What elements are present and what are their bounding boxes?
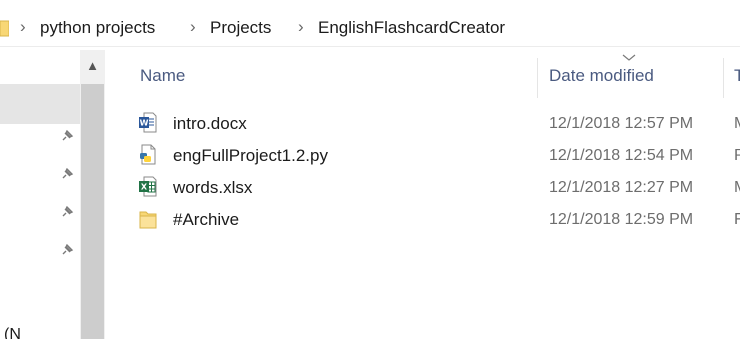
file-row-engfullproject-py[interactable]: engFullProject1.2.py 12/1/2018 12:54 PM … xyxy=(133,140,740,172)
file-name[interactable]: engFullProject1.2.py xyxy=(173,145,328,167)
breadcrumb-item-python-projects[interactable]: python projects xyxy=(40,17,155,39)
word-document-icon: W xyxy=(139,112,157,133)
pin-icon[interactable] xyxy=(60,205,74,219)
file-row-archive-folder[interactable]: #Archive 12/1/2018 12:59 PM F xyxy=(133,204,740,236)
file-type-truncated: M xyxy=(734,113,740,135)
file-type-truncated: F xyxy=(734,211,740,228)
breadcrumb-separator-icon[interactable]: › xyxy=(298,15,304,39)
file-type-truncated: P xyxy=(734,147,740,164)
pin-icon[interactable] xyxy=(60,167,74,181)
address-bar[interactable]: › python projects › Projects › EnglishFl… xyxy=(0,8,740,47)
column-divider[interactable] xyxy=(537,58,538,98)
file-row-intro-docx[interactable]: W intro.docx 12/1/2018 12:57 PM M xyxy=(133,108,740,140)
python-file-icon xyxy=(140,144,156,165)
sort-chevron-down-icon xyxy=(622,54,636,61)
file-name[interactable]: #Archive xyxy=(173,209,239,231)
scroll-up-arrow-icon[interactable]: ▲ xyxy=(80,58,105,78)
folder-icon xyxy=(139,211,157,229)
pin-icon[interactable] xyxy=(60,243,74,257)
breadcrumb-item-englishflashcardcreator[interactable]: EnglishFlashcardCreator xyxy=(318,17,505,39)
nav-item-truncated-label[interactable]: (N xyxy=(4,327,21,339)
column-header-type[interactable]: T xyxy=(734,65,740,87)
column-header-date-modified[interactable]: Date modified xyxy=(549,65,654,87)
svg-text:X: X xyxy=(141,183,148,192)
file-list: Name Date modified T W intro.docx 12/1/2… xyxy=(105,50,740,339)
file-row-words-xlsx[interactable]: X words.xlsx 12/1/2018 12:27 PM M xyxy=(133,172,740,204)
pin-icon[interactable] xyxy=(60,129,74,143)
file-explorer-window: › python projects › Projects › EnglishFl… xyxy=(0,0,740,339)
file-name[interactable]: intro.docx xyxy=(173,113,247,135)
file-name[interactable]: words.xlsx xyxy=(173,177,252,199)
nav-item-selected[interactable] xyxy=(0,84,80,124)
scrollbar-thumb[interactable] xyxy=(81,84,104,339)
breadcrumb-separator-icon[interactable]: › xyxy=(20,15,26,39)
excel-workbook-icon: X xyxy=(139,176,157,197)
file-date-modified: 12/1/2018 12:27 PM xyxy=(549,179,694,196)
svg-text:W: W xyxy=(140,119,149,128)
column-header-name[interactable]: Name xyxy=(140,65,185,87)
file-date-modified: 12/1/2018 12:59 PM xyxy=(549,211,694,228)
navigation-scrollbar[interactable]: ▲ xyxy=(80,50,105,339)
file-type-truncated: M xyxy=(734,177,740,199)
breadcrumb-item-projects[interactable]: Projects xyxy=(210,17,271,39)
file-date-modified: 12/1/2018 12:57 PM xyxy=(549,115,694,132)
folder-icon xyxy=(0,20,9,37)
file-date-modified: 12/1/2018 12:54 PM xyxy=(549,147,694,164)
column-divider[interactable] xyxy=(723,58,724,98)
breadcrumb-separator-icon[interactable]: › xyxy=(190,15,196,39)
navigation-pane: (N ▲ xyxy=(0,50,105,339)
